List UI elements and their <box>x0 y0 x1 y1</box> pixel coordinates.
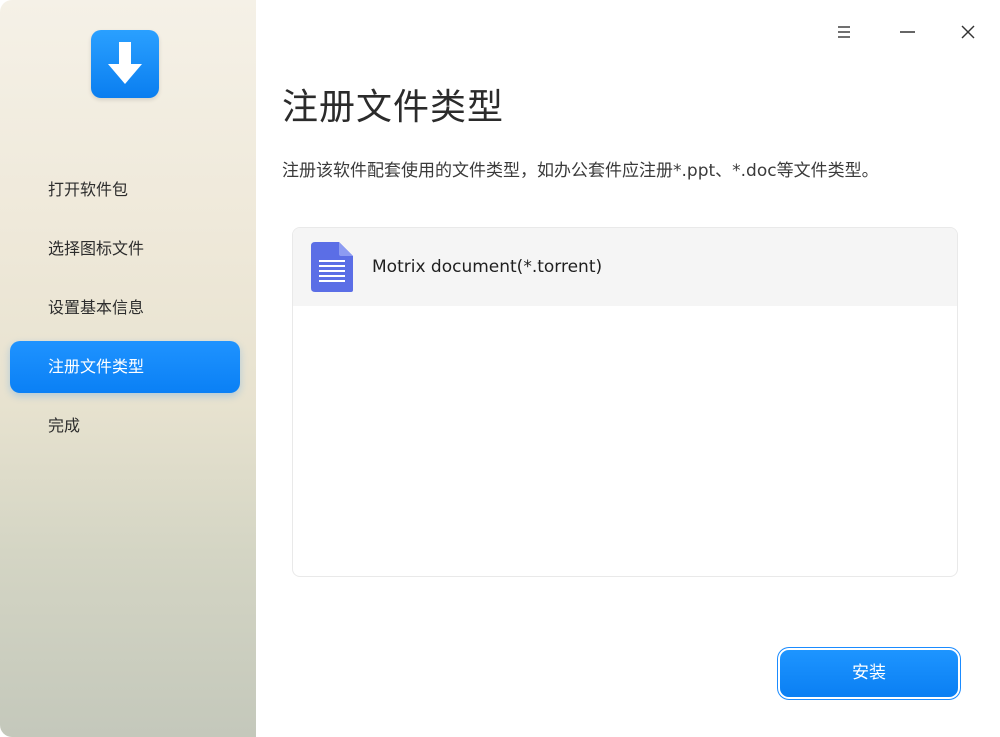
step-nav: 打开软件包 选择图标文件 设置基本信息 注册文件类型 完成 <box>10 164 240 459</box>
close-icon[interactable] <box>952 16 984 48</box>
sidebar: 打开软件包 选择图标文件 设置基本信息 注册文件类型 完成 <box>0 0 256 737</box>
hamburger-icon[interactable] <box>828 16 860 48</box>
nav-item-label: 设置基本信息 <box>48 298 145 317</box>
document-icon <box>309 240 355 294</box>
installer-window: 打开软件包 选择图标文件 设置基本信息 注册文件类型 完成 注册文件类型 注册该… <box>0 0 1000 737</box>
nav-item-register-file-types[interactable]: 注册文件类型 <box>10 341 240 393</box>
nav-item-label: 选择图标文件 <box>48 239 145 258</box>
page-title: 注册文件类型 <box>282 87 505 128</box>
nav-item-finish[interactable]: 完成 <box>10 400 240 452</box>
nav-item-label: 完成 <box>48 416 81 435</box>
file-type-list: Motrix document(*.torrent) <box>292 227 958 577</box>
minimize-icon[interactable] <box>891 16 923 48</box>
nav-item-select-icon[interactable]: 选择图标文件 <box>10 223 240 275</box>
nav-item-label: 注册文件类型 <box>48 357 145 376</box>
nav-item-label: 打开软件包 <box>48 180 129 199</box>
nav-item-open-package[interactable]: 打开软件包 <box>10 164 240 216</box>
install-button[interactable]: 安装 <box>780 650 958 697</box>
list-item[interactable]: Motrix document(*.torrent) <box>293 228 957 306</box>
file-type-name: Motrix document(*.torrent) <box>372 257 603 277</box>
download-arrow-icon <box>91 30 159 98</box>
nav-item-basic-info[interactable]: 设置基本信息 <box>10 282 240 334</box>
page-description: 注册该软件配套使用的文件类型，如办公套件应注册*.ppt、*.doc等文件类型。 <box>282 161 879 181</box>
